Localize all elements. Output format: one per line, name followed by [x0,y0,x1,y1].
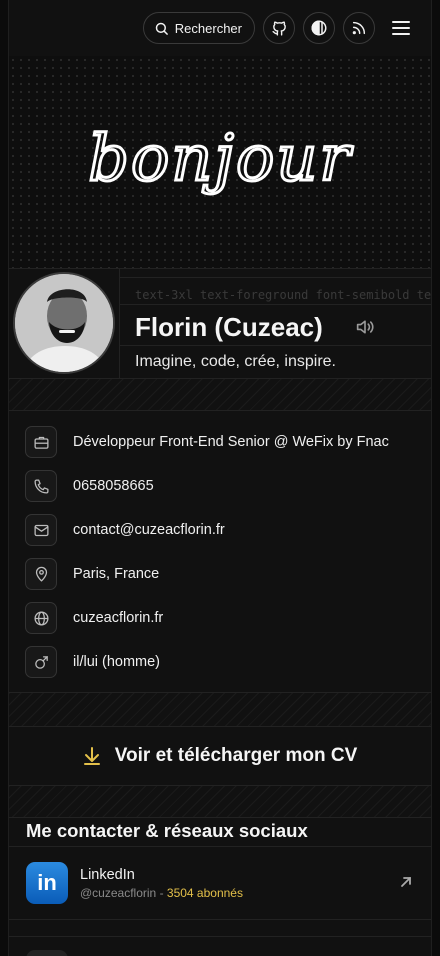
avatar [13,272,115,374]
info-icon-box [25,558,57,590]
divider [9,817,431,818]
github-icon [271,20,286,36]
next-social-logo [26,950,68,956]
info-icon-box [25,646,57,678]
profile-section: text-3xl text-foreground font-semibold t… [9,268,431,378]
contact-section-title: Me contacter & réseaux sociaux [26,820,308,841]
pronounce-button[interactable] [355,318,375,341]
linkedin-icon: in [26,862,68,904]
info-text: il/lui (homme) [73,654,161,670]
menu-button[interactable] [385,12,417,44]
male-icon [34,655,48,669]
hero-greeting-text: bonjour [88,122,353,196]
social-followers: 3504 abonnés [166,886,243,900]
class-hint-text: text-3xl text-foreground font-semibold t… [135,288,431,302]
divider [119,268,120,378]
hatch-separator [9,786,431,817]
avatar-image [15,274,113,372]
menu-icon [392,21,410,35]
cv-download-button[interactable]: Voir et télécharger mon CV [9,727,431,785]
top-bar: Rechercher [9,0,431,56]
speaker-icon [356,320,374,334]
rss-button[interactable] [343,12,375,44]
profile-name: Florin (Cuzeac) [135,312,323,342]
hero-greeting: bonjour [87,120,353,197]
theme-icon [311,20,327,36]
search-button[interactable]: Rechercher [142,12,255,44]
info-item-phone[interactable]: 0658058665 [25,468,431,504]
info-icon-box [25,426,57,458]
phone-icon [33,478,49,494]
briefcase-icon [33,436,49,449]
rss-icon [352,21,366,35]
map-pin-icon [35,566,47,582]
search-icon [155,22,168,35]
info-item-job: Développeur Front-End Senior @ WeFix by … [25,424,431,460]
info-text: Paris, France [73,566,160,582]
divider [119,277,431,278]
divider [9,936,431,937]
github-button[interactable] [263,12,295,44]
hatch-separator [9,379,431,410]
info-text: cuzeacflorin.fr [73,610,164,626]
info-icon-box [25,602,57,634]
social-name: LinkedIn [80,867,135,883]
info-icon-box [25,514,57,546]
theme-toggle-button[interactable] [303,12,335,44]
info-text: Développeur Front-End Senior @ WeFix by … [73,434,389,450]
social-meta: @cuzeacflorin - 3504 abonnés [80,886,243,900]
profile-tagline: Imagine, code, crée, inspire. [135,353,336,370]
info-item-website[interactable]: cuzeacflorin.fr [25,600,431,636]
info-icon-box [25,470,57,502]
hero-banner: bonjour [9,56,431,268]
search-label: Rechercher [174,20,242,36]
linkedin-logo-text: in [37,870,57,895]
arrow-down-icon [83,747,100,765]
info-text: 0658058665 [73,478,154,494]
divider [9,919,431,920]
social-item-linkedin[interactable]: in LinkedIn @cuzeacflorin - 3504 abonnés [9,847,431,919]
info-item-pronouns: il/lui (homme) [25,644,431,680]
page-frame: Rechercher bonjour text-3xl text-foregro… [8,0,432,956]
divider [9,410,431,411]
info-item-location: Paris, France [25,556,431,592]
external-link-icon [399,875,413,894]
hatch-separator [9,693,431,726]
divider [119,304,431,305]
social-handle: @cuzeacflorin [80,886,157,900]
globe-icon [33,610,49,626]
cv-label: Voir et télécharger mon CV [114,745,358,766]
social-separator: - [159,886,164,900]
divider [119,345,431,346]
info-item-email[interactable]: contact@cuzeacflorin.fr [25,512,431,548]
info-text: contact@cuzeacflorin.fr [73,522,225,538]
mail-icon [33,524,49,536]
